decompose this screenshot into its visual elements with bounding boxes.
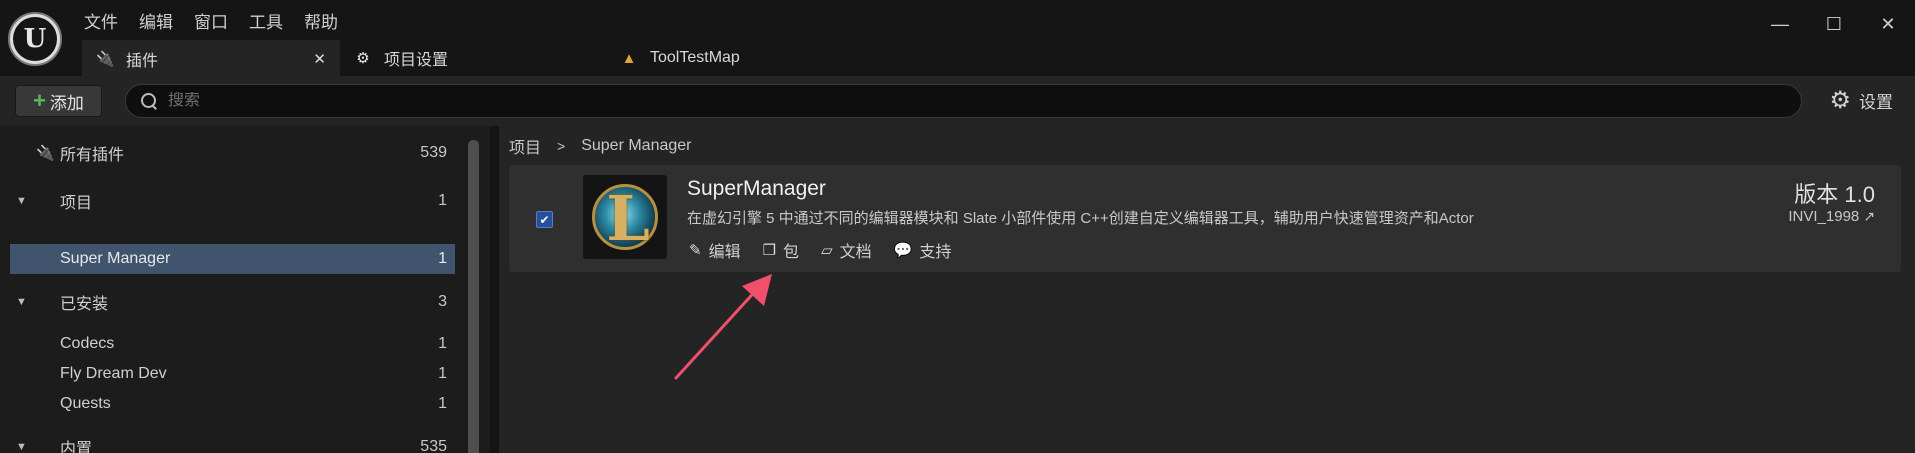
menu-tools[interactable]: 工具 (249, 6, 304, 35)
document-icon: ▱ (821, 242, 833, 259)
sidebar-item-count: 1 (438, 395, 447, 412)
plus-icon: + (33, 88, 46, 113)
window-controls: — ☐ ✕ (1753, 6, 1915, 42)
sidebar-item-fly-dream-dev[interactable]: Fly Dream Dev 1 (10, 359, 455, 389)
plugin-name: SuperManager (687, 177, 826, 200)
plugin-actions: ✎ 编辑 ❒ 包 ▱ 文档 💬 支持 (689, 238, 973, 262)
sidebar-item-label: Fly Dream Dev (60, 365, 167, 382)
sidebar-item-all-plugins[interactable]: 🔌 所有插件 539 (10, 138, 455, 168)
plugin-author-link[interactable]: INVI_1998 ↗ (1788, 208, 1875, 225)
unreal-logo-icon[interactable]: U (8, 12, 62, 66)
close-icon[interactable]: ✕ (313, 50, 326, 68)
toolbar: + 添加 ⚙ 设置 (0, 76, 1915, 126)
enable-plugin-checkbox[interactable]: ✔ (536, 211, 553, 228)
sidebar-item-label: 所有插件 (60, 147, 125, 164)
sidebar-item-label: Super Manager (60, 250, 171, 267)
sidebar-scrollbar[interactable] (468, 140, 479, 453)
breadcrumb-root[interactable]: 项目 (509, 134, 541, 158)
action-label: 编辑 (708, 244, 741, 261)
expand-arrow-icon[interactable]: ▼ (16, 441, 27, 453)
expand-arrow-icon[interactable]: ▼ (16, 195, 27, 207)
action-label: 包 (783, 244, 800, 261)
add-button[interactable]: + 添加 (15, 85, 102, 117)
plugin-description: 在虚幻引擎 5 中通过不同的编辑器模块和 Slate 小部件使用 C++创建自定… (687, 210, 1474, 227)
sidebar-item-count: 1 (438, 365, 447, 382)
menu-file[interactable]: 文件 (84, 6, 139, 35)
support-link[interactable]: 💬 支持 (894, 238, 952, 262)
expand-arrow-icon[interactable]: ▼ (16, 296, 27, 308)
plugin-version: 版本 1.0 (1794, 182, 1875, 207)
menu-help[interactable]: 帮助 (304, 6, 359, 35)
plugin-thumbnail: L (583, 175, 667, 259)
maximize-button[interactable]: ☐ (1807, 6, 1861, 42)
search-icon (140, 92, 158, 110)
external-link-icon: ↗ (1863, 208, 1875, 224)
annotation-arrow-icon (674, 274, 772, 380)
documentation-link[interactable]: ▱ 文档 (821, 238, 872, 262)
action-label: 文档 (839, 244, 872, 261)
chevron-right-icon: > (557, 138, 566, 154)
sidebar-item-count: 1 (438, 192, 447, 209)
sidebar-item-quests[interactable]: Quests 1 (10, 389, 455, 419)
search-bar[interactable] (125, 84, 1802, 118)
plugin-category-sidebar: 🔌 所有插件 539 ▼ 项目 1 Super Manager 1 ▼ 已安装 … (0, 126, 490, 453)
close-window-button[interactable]: ✕ (1861, 6, 1915, 42)
tab-label: ToolTestMap (650, 49, 740, 66)
sidebar-item-label: Quests (60, 395, 111, 412)
plugin-card[interactable]: ✔ L SuperManager 在虚幻引擎 5 中通过不同的编辑器模块和 Sl… (509, 165, 1901, 272)
menu-bar: 文件 编辑 窗口 工具 帮助 (84, 6, 359, 35)
sidebar-item-label: Codecs (60, 335, 115, 352)
sidebar-group-installed[interactable]: ▼ 已安装 3 (10, 287, 455, 317)
tab-label: 项目设置 (384, 52, 449, 69)
map-icon: ▲ (621, 49, 637, 67)
sidebar-item-codecs[interactable]: Codecs 1 (10, 329, 455, 359)
tab-tooltestmap[interactable]: ▲ ToolTestMap (620, 40, 740, 76)
plugin-icon: 🔌 (36, 145, 55, 162)
sidebar-group-project[interactable]: ▼ 项目 1 (10, 186, 455, 216)
action-label: 支持 (919, 244, 952, 261)
sidebar-item-count: 539 (420, 144, 447, 161)
gear-icon: ⚙ (1829, 86, 1851, 114)
sidebar-item-count: 1 (438, 335, 447, 352)
settings-cube-icon: ⚙ (356, 50, 370, 67)
settings-button[interactable]: ⚙ 设置 (1829, 88, 1893, 113)
settings-label: 设置 (1859, 93, 1893, 112)
panel-splitter[interactable] (490, 126, 499, 453)
sidebar-group-built-in[interactable]: ▼ 内置 535 (10, 432, 455, 453)
sidebar-item-count: 535 (420, 438, 447, 453)
pencil-icon: ✎ (689, 242, 702, 259)
chat-icon: 💬 (893, 242, 913, 259)
tab-plugins[interactable]: 🔌 插件 ✕ (82, 40, 340, 76)
breadcrumb: 项目 > Super Manager (509, 134, 692, 158)
edit-link[interactable]: ✎ 编辑 (689, 238, 741, 262)
sidebar-item-super-manager[interactable]: Super Manager 1 (10, 244, 455, 274)
menu-window[interactable]: 窗口 (194, 6, 249, 35)
package-icon: ❒ (762, 242, 777, 259)
minimize-button[interactable]: — (1753, 6, 1807, 42)
sidebar-item-label: 已安装 (60, 296, 109, 313)
tab-project-settings[interactable]: ⚙ 项目设置 (354, 40, 448, 76)
title-bar: U 文件 编辑 窗口 工具 帮助 — ☐ ✕ 🔌 插件 ✕ ⚙ 项目设置 ▲ T… (0, 0, 1915, 76)
league-logo-icon: L (592, 184, 658, 250)
sidebar-item-label: 项目 (60, 195, 93, 212)
tab-label: 插件 (126, 53, 159, 70)
sidebar-item-count: 3 (438, 293, 447, 310)
sidebar-item-count: 1 (438, 250, 447, 267)
add-button-label: 添加 (49, 93, 84, 113)
menu-edit[interactable]: 编辑 (139, 6, 194, 35)
breadcrumb-current[interactable]: Super Manager (581, 137, 691, 155)
package-link[interactable]: ❒ 包 (763, 238, 799, 262)
plugin-icon: 🔌 (96, 51, 115, 68)
search-input[interactable] (168, 92, 1768, 110)
author-name: INVI_1998 (1788, 208, 1860, 225)
sidebar-item-label: 内置 (60, 441, 93, 453)
